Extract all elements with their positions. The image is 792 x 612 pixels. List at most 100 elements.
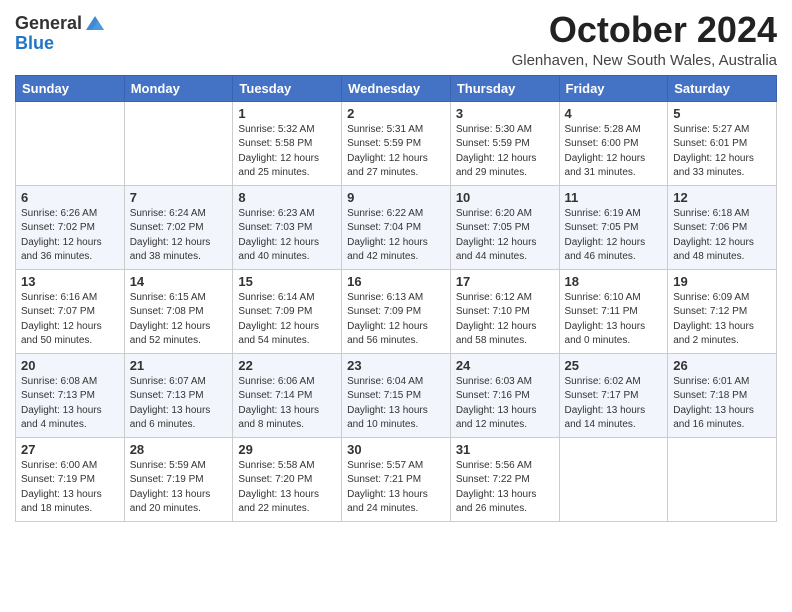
- calendar-week-3: 13 Sunrise: 6:16 AM Sunset: 7:07 PM Dayli…: [16, 269, 777, 353]
- day-number: 18: [565, 274, 663, 289]
- day-info: Sunrise: 6:22 AM Sunset: 7:04 PM Dayligh…: [347, 207, 445, 265]
- calendar-cell: 12 Sunrise: 6:18 AM Sunset: 7:06 PM Dayli…: [668, 185, 777, 269]
- calendar-cell: 3 Sunrise: 5:30 AM Sunset: 5:59 PM Daylig…: [450, 101, 559, 185]
- calendar-cell: 28 Sunrise: 5:59 AM Sunset: 7:19 PM Dayli…: [124, 437, 233, 521]
- day-number: 31: [456, 442, 554, 457]
- day-info: Sunrise: 5:58 AM Sunset: 7:20 PM Dayligh…: [238, 459, 336, 517]
- day-info: Sunrise: 6:03 AM Sunset: 7:16 PM Dayligh…: [456, 375, 554, 433]
- day-number: 13: [21, 274, 119, 289]
- calendar-cell: [559, 437, 668, 521]
- location-title: Glenhaven, New South Wales, Australia: [512, 52, 777, 69]
- calendar-cell: 8Sunrise: 6:23 AM Sunset: 7:03 PM Daylig…: [233, 185, 342, 269]
- day-info: Sunrise: 6:26 AM Sunset: 7:02 PM Dayligh…: [21, 207, 119, 265]
- calendar-table: SundayMondayTuesdayWednesdayThursdayFrid…: [15, 75, 777, 522]
- calendar-cell: 27Sunrise: 6:00 AM Sunset: 7:19 PM Dayli…: [16, 437, 125, 521]
- day-number: 8: [238, 190, 336, 205]
- day-header-thursday: Thursday: [450, 75, 559, 101]
- calendar-cell: [124, 101, 233, 185]
- day-info: Sunrise: 5:31 AM Sunset: 5:59 PM Dayligh…: [347, 123, 445, 181]
- day-info: Sunrise: 6:09 AM Sunset: 7:12 PM Dayligh…: [673, 291, 771, 349]
- calendar-cell: 26 Sunrise: 6:01 AM Sunset: 7:18 PM Dayli…: [668, 353, 777, 437]
- logo-icon: [84, 12, 106, 34]
- day-info: Sunrise: 5:27 AM Sunset: 6:01 PM Dayligh…: [673, 123, 771, 181]
- calendar-cell: 30Sunrise: 5:57 AM Sunset: 7:21 PM Dayli…: [342, 437, 451, 521]
- day-number: 23: [347, 358, 445, 373]
- day-info: Sunrise: 5:59 AM Sunset: 7:19 PM Dayligh…: [130, 459, 228, 517]
- day-number: 1: [238, 106, 336, 121]
- calendar-cell: 29 Sunrise: 5:58 AM Sunset: 7:20 PM Dayli…: [233, 437, 342, 521]
- calendar-cell: 31 Sunrise: 5:56 AM Sunset: 7:22 PM Dayli…: [450, 437, 559, 521]
- day-number: 15: [238, 274, 336, 289]
- day-number: 6: [21, 190, 119, 205]
- logo: General Blue: [15, 14, 106, 54]
- day-number: 5: [673, 106, 771, 121]
- calendar-cell: 11Sunrise: 6:19 AM Sunset: 7:05 PM Dayli…: [559, 185, 668, 269]
- calendar-cell: 13 Sunrise: 6:16 AM Sunset: 7:07 PM Dayli…: [16, 269, 125, 353]
- calendar-cell: 9 Sunrise: 6:22 AM Sunset: 7:04 PM Daylig…: [342, 185, 451, 269]
- day-info: Sunrise: 6:16 AM Sunset: 7:07 PM Dayligh…: [21, 291, 119, 349]
- day-number: 20: [21, 358, 119, 373]
- title-block: October 2024 Glenhaven, New South Wales,…: [512, 10, 777, 69]
- calendar-week-4: 20 Sunrise: 6:08 AM Sunset: 7:13 PM Dayli…: [16, 353, 777, 437]
- day-info: Sunrise: 6:10 AM Sunset: 7:11 PM Dayligh…: [565, 291, 663, 349]
- calendar-week-5: 27Sunrise: 6:00 AM Sunset: 7:19 PM Dayli…: [16, 437, 777, 521]
- day-number: 25: [565, 358, 663, 373]
- calendar-cell: 19 Sunrise: 6:09 AM Sunset: 7:12 PM Dayli…: [668, 269, 777, 353]
- day-info: Sunrise: 5:30 AM Sunset: 5:59 PM Dayligh…: [456, 123, 554, 181]
- calendar-cell: 7 Sunrise: 6:24 AM Sunset: 7:02 PM Daylig…: [124, 185, 233, 269]
- calendar-week-1: 1Sunrise: 5:32 AM Sunset: 5:58 PM Daylig…: [16, 101, 777, 185]
- calendar-cell: 4Sunrise: 5:28 AM Sunset: 6:00 PM Daylig…: [559, 101, 668, 185]
- day-info: Sunrise: 6:20 AM Sunset: 7:05 PM Dayligh…: [456, 207, 554, 265]
- day-info: Sunrise: 6:04 AM Sunset: 7:15 PM Dayligh…: [347, 375, 445, 433]
- day-number: 4: [565, 106, 663, 121]
- calendar-cell: 24 Sunrise: 6:03 AM Sunset: 7:16 PM Dayli…: [450, 353, 559, 437]
- day-info: Sunrise: 6:14 AM Sunset: 7:09 PM Dayligh…: [238, 291, 336, 349]
- day-number: 14: [130, 274, 228, 289]
- day-number: 29: [238, 442, 336, 457]
- day-info: Sunrise: 6:19 AM Sunset: 7:05 PM Dayligh…: [565, 207, 663, 265]
- day-number: 22: [238, 358, 336, 373]
- calendar-cell: 15 Sunrise: 6:14 AM Sunset: 7:09 PM Dayli…: [233, 269, 342, 353]
- day-number: 2: [347, 106, 445, 121]
- day-number: 9: [347, 190, 445, 205]
- day-info: Sunrise: 6:01 AM Sunset: 7:18 PM Dayligh…: [673, 375, 771, 433]
- calendar-cell: 25Sunrise: 6:02 AM Sunset: 7:17 PM Dayli…: [559, 353, 668, 437]
- day-info: Sunrise: 6:08 AM Sunset: 7:13 PM Dayligh…: [21, 375, 119, 433]
- day-info: Sunrise: 6:07 AM Sunset: 7:13 PM Dayligh…: [130, 375, 228, 433]
- day-number: 10: [456, 190, 554, 205]
- day-info: Sunrise: 6:06 AM Sunset: 7:14 PM Dayligh…: [238, 375, 336, 433]
- page: General Blue October 2024 Glenhaven, New…: [0, 0, 792, 612]
- day-header-tuesday: Tuesday: [233, 75, 342, 101]
- calendar-cell: [668, 437, 777, 521]
- day-number: 19: [673, 274, 771, 289]
- calendar-cell: 22 Sunrise: 6:06 AM Sunset: 7:14 PM Dayli…: [233, 353, 342, 437]
- calendar-cell: 10 Sunrise: 6:20 AM Sunset: 7:05 PM Dayli…: [450, 185, 559, 269]
- calendar-cell: 5 Sunrise: 5:27 AM Sunset: 6:01 PM Daylig…: [668, 101, 777, 185]
- day-header-sunday: Sunday: [16, 75, 125, 101]
- header-row: SundayMondayTuesdayWednesdayThursdayFrid…: [16, 75, 777, 101]
- day-number: 12: [673, 190, 771, 205]
- calendar-cell: 17Sunrise: 6:12 AM Sunset: 7:10 PM Dayli…: [450, 269, 559, 353]
- day-header-monday: Monday: [124, 75, 233, 101]
- day-header-friday: Friday: [559, 75, 668, 101]
- calendar-cell: 2 Sunrise: 5:31 AM Sunset: 5:59 PM Daylig…: [342, 101, 451, 185]
- calendar-week-2: 6 Sunrise: 6:26 AM Sunset: 7:02 PM Daylig…: [16, 185, 777, 269]
- month-title: October 2024: [512, 10, 777, 50]
- day-number: 28: [130, 442, 228, 457]
- day-number: 17: [456, 274, 554, 289]
- day-number: 7: [130, 190, 228, 205]
- day-number: 24: [456, 358, 554, 373]
- calendar-cell: 14Sunrise: 6:15 AM Sunset: 7:08 PM Dayli…: [124, 269, 233, 353]
- day-header-wednesday: Wednesday: [342, 75, 451, 101]
- day-info: Sunrise: 5:56 AM Sunset: 7:22 PM Dayligh…: [456, 459, 554, 517]
- calendar-cell: [16, 101, 125, 185]
- calendar-cell: 18 Sunrise: 6:10 AM Sunset: 7:11 PM Dayli…: [559, 269, 668, 353]
- day-number: 27: [21, 442, 119, 457]
- day-number: 3: [456, 106, 554, 121]
- day-info: Sunrise: 6:24 AM Sunset: 7:02 PM Dayligh…: [130, 207, 228, 265]
- day-info: Sunrise: 6:13 AM Sunset: 7:09 PM Dayligh…: [347, 291, 445, 349]
- day-info: Sunrise: 6:18 AM Sunset: 7:06 PM Dayligh…: [673, 207, 771, 265]
- calendar-cell: 1Sunrise: 5:32 AM Sunset: 5:58 PM Daylig…: [233, 101, 342, 185]
- day-header-saturday: Saturday: [668, 75, 777, 101]
- day-number: 26: [673, 358, 771, 373]
